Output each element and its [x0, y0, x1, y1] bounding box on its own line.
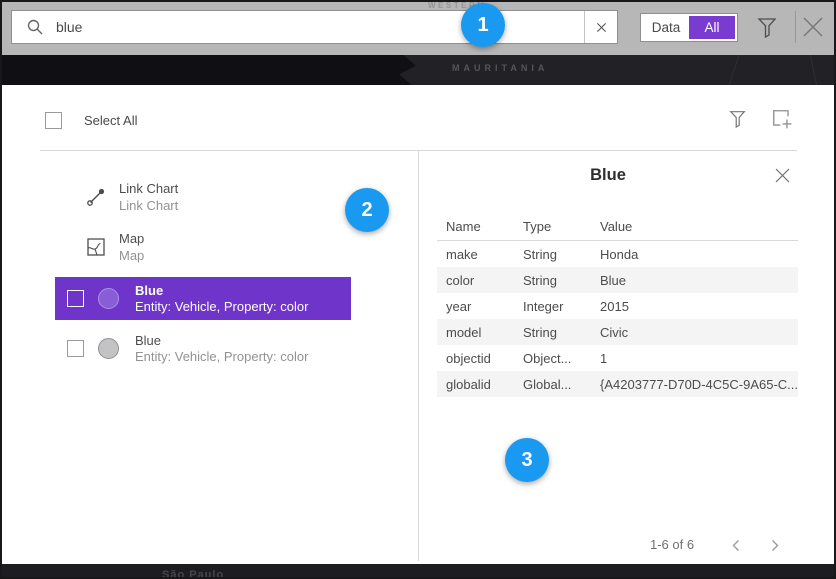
result-title: Blue [135, 283, 308, 299]
clear-search-button[interactable] [584, 11, 617, 43]
column-header-type: Type [523, 219, 551, 234]
column-header-name: Name [446, 219, 481, 234]
link-chart-icon [85, 187, 107, 207]
property-name: color [446, 273, 523, 288]
annotation-badge-1: 1 [461, 3, 505, 47]
result-checkbox[interactable] [67, 340, 84, 357]
property-value: Honda [600, 247, 798, 262]
map-background: MAURITANIA [2, 55, 834, 85]
property-value: 2015 [600, 299, 798, 314]
data-all-toggle: Data All [640, 13, 738, 42]
panel-filter-icon[interactable] [729, 109, 746, 133]
property-type: Integer [523, 299, 600, 314]
result-subtitle: Entity: Vehicle, Property: color [135, 299, 308, 315]
entity-circle-icon [98, 288, 119, 309]
add-to-selection-icon[interactable] [771, 108, 793, 135]
property-type: String [523, 247, 600, 262]
property-name: year [446, 299, 523, 314]
result-title: Map [119, 230, 144, 247]
pagination-prev-icon[interactable] [730, 537, 742, 554]
result-item-link-chart[interactable]: Link Chart Link Chart [85, 176, 385, 218]
properties-table: make String Honda color String Blue year… [437, 241, 798, 397]
table-row: globalid Global... {A4203777-D70D-4C5C-9… [437, 371, 798, 397]
table-row: year Integer 2015 [437, 293, 798, 319]
pagination-label: 1-6 of 6 [650, 537, 694, 552]
search-results-panel: Select All Link Chart Link Chart Map [2, 85, 834, 564]
property-type: Object... [523, 351, 600, 366]
entity-circle-icon [98, 338, 119, 359]
result-subtitle: Map [119, 247, 144, 264]
toggle-option-all[interactable]: All [689, 16, 735, 39]
property-value: {A4203777-D70D-4C5C-9A65-C... [600, 377, 798, 392]
result-subtitle: Link Chart [119, 197, 178, 214]
app-window: WESTERN Data All MAURITANIA São Paulo Se… [0, 0, 836, 579]
toolbar-filter-icon[interactable] [757, 16, 777, 43]
detail-title: Blue [418, 166, 798, 185]
table-row: color String Blue [437, 267, 798, 293]
toggle-option-data[interactable]: Data [643, 16, 689, 39]
property-type: Global... [523, 377, 600, 392]
select-all-checkbox[interactable] [45, 112, 62, 129]
annotation-badge-3: 3 [505, 438, 549, 482]
map-label-mauritania: MAURITANIA [452, 63, 548, 73]
pagination-next-icon[interactable] [769, 537, 781, 554]
result-subtitle: Entity: Vehicle, Property: color [135, 349, 308, 365]
result-item-blue-selected[interactable]: Blue Entity: Vehicle, Property: color [55, 277, 351, 320]
search-box [11, 10, 618, 44]
table-row: make String Honda [437, 241, 798, 267]
toolbar-divider [795, 11, 796, 43]
clear-x-icon [596, 22, 607, 33]
property-name: make [446, 247, 523, 262]
property-name: globalid [446, 377, 523, 392]
map-background-bottom: São Paulo [2, 564, 834, 577]
property-type: String [523, 325, 600, 340]
result-checkbox[interactable] [67, 290, 84, 307]
map-label-sao-paulo: São Paulo [162, 569, 224, 577]
property-name: objectid [446, 351, 523, 366]
annotation-badge-2: 2 [345, 188, 389, 232]
column-header-value: Value [600, 219, 632, 234]
detail-close-icon[interactable] [774, 167, 791, 184]
result-title: Link Chart [119, 180, 178, 197]
property-value: 1 [600, 351, 798, 366]
column-divider [418, 150, 419, 561]
map-icon [85, 238, 107, 256]
property-name: model [446, 325, 523, 340]
result-title: Blue [135, 333, 308, 349]
map-ocean [2, 55, 420, 85]
result-item-map[interactable]: Map Map [85, 226, 385, 268]
table-row: model String Civic [437, 319, 798, 345]
map-border-line [808, 55, 821, 85]
search-icon [27, 19, 43, 35]
property-value: Civic [600, 325, 798, 340]
property-type: String [523, 273, 600, 288]
table-row: objectid Object... 1 [437, 345, 798, 371]
toolbar-close-icon[interactable] [801, 15, 825, 39]
property-value: Blue [600, 273, 798, 288]
select-all-label: Select All [84, 113, 137, 128]
map-border-line [723, 55, 742, 85]
result-item-blue[interactable]: Blue Entity: Vehicle, Property: color [55, 327, 351, 370]
